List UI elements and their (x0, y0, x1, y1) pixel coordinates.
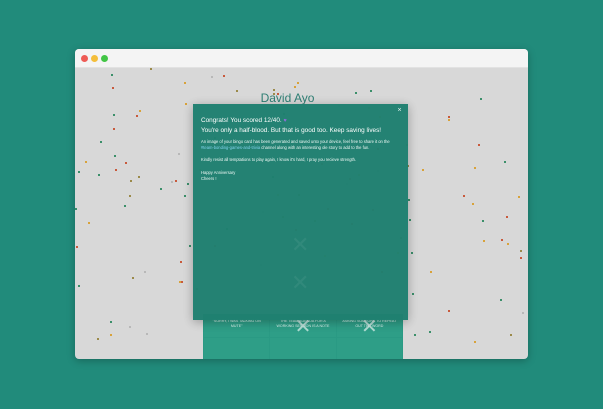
window-titlebar (75, 49, 528, 68)
confetti-dot (429, 331, 431, 333)
confetti-dot (88, 222, 90, 224)
confetti-dot (510, 334, 512, 336)
share-text-start: An image of your bingo card has been gen… (201, 139, 390, 144)
confetti-dot (409, 219, 411, 221)
confetti-dot (100, 141, 102, 143)
confetti-dot (160, 188, 162, 190)
confetti-dot (474, 167, 476, 169)
confetti-dot (113, 128, 115, 130)
minimize-window-dot[interactable] (91, 55, 98, 62)
confetti-dot (146, 333, 148, 335)
confetti-dot (522, 312, 524, 314)
confetti-dot (139, 110, 141, 112)
modal-body: An image of your bingo card has been gen… (201, 139, 401, 182)
confetti-dot (175, 180, 177, 182)
share-text-end: channel along with an interesting ole st… (260, 145, 370, 151)
confetti-dot (85, 161, 87, 163)
confetti-dot (189, 245, 191, 247)
bingo-cell-text: "SORRY, I WAS TALKING ON MUTE" (212, 319, 261, 328)
confetti-dot (97, 338, 99, 340)
confetti-dot (422, 169, 424, 171)
confetti-dot (518, 196, 520, 198)
confetti-dot (112, 87, 114, 89)
confetti-dot (171, 181, 173, 183)
score-heading-text: Congrats! You scored 12/40. (201, 117, 282, 124)
confetti-dot (110, 321, 112, 323)
confetti-dot (115, 169, 117, 171)
confetti-dot (75, 208, 77, 210)
close-icon[interactable]: × (395, 106, 404, 115)
confetti-dot (223, 75, 225, 77)
confetti-dot (483, 240, 485, 242)
results-modal: ✕ ✕ × Congrats! You scored 12/40. ♥ You'… (193, 104, 408, 320)
maximize-window-dot[interactable] (101, 55, 108, 62)
confetti-dot (78, 285, 80, 287)
close-window-dot[interactable] (81, 55, 88, 62)
confetti-dot (144, 271, 146, 273)
bingo-cell[interactable] (204, 338, 270, 359)
confetti-dot (414, 334, 416, 336)
confetti-dot (180, 261, 182, 263)
resist-paragraph: Kindly resist all temptations to play ag… (201, 157, 357, 163)
ghost-x-mark: ✕ (291, 232, 310, 257)
confetti-dot (482, 220, 484, 222)
confetti-dot (129, 195, 131, 197)
confetti-dot (211, 76, 213, 78)
confetti-dot (184, 195, 186, 197)
confetti-dot (76, 246, 78, 248)
confetti-dot (448, 119, 450, 121)
confetti-dot (178, 153, 180, 155)
bingo-card: "SORRY, I WAS TALKING ON MUTE" THE TEAM A… (203, 314, 403, 359)
confetti-dot (297, 82, 299, 84)
bingo-cell[interactable] (336, 338, 402, 359)
confetti-dot (294, 86, 296, 88)
purple-heart-icon: ♥ (283, 118, 287, 124)
confetti-dot (430, 271, 432, 273)
score-subheading: You're only a half-blood. But that is go… (201, 127, 382, 134)
confetti-dot (478, 144, 480, 146)
confetti-dot (132, 277, 134, 279)
channel-link[interactable]: #team-bonding-games-and-trivia (201, 145, 260, 150)
confetti-dot (411, 252, 413, 254)
confetti-dot (130, 180, 132, 182)
signoff-line-2: Cheers ! (201, 175, 217, 181)
confetti-dot (520, 257, 522, 259)
confetti-dot (448, 310, 450, 312)
confetti-dot (474, 341, 476, 343)
confetti-dot (472, 203, 474, 205)
score-heading: Congrats! You scored 12/40. ♥ (201, 117, 287, 125)
confetti-dot (98, 174, 100, 176)
confetti-dot (507, 243, 509, 245)
confetti-dot (113, 114, 115, 116)
confetti-dot (181, 281, 183, 283)
confetti-dot (500, 299, 502, 301)
confetti-dot (412, 293, 414, 295)
confetti-dot (504, 161, 506, 163)
confetti-dot (110, 334, 112, 336)
confetti-dot (124, 205, 126, 207)
confetti-dot (125, 162, 127, 164)
player-name: David Ayo (260, 91, 315, 105)
confetti-dot (129, 326, 131, 328)
confetti-dot (408, 199, 410, 201)
confetti-dot (463, 195, 465, 197)
ghost-x-mark: ✕ (291, 270, 310, 295)
confetti-dot (111, 74, 113, 76)
confetti-dot (138, 176, 140, 178)
confetti-dot (136, 115, 138, 117)
confetti-dot (114, 155, 116, 157)
bingo-cell[interactable] (270, 338, 336, 359)
confetti-dot (501, 239, 503, 241)
confetti-dot (187, 183, 189, 185)
confetti-dot (520, 250, 522, 252)
confetti-dot (506, 216, 508, 218)
confetti-dot (150, 68, 152, 70)
confetti-dot (448, 116, 450, 118)
confetti-dot (78, 171, 80, 173)
share-paragraph: An image of your bingo card has been gen… (201, 139, 401, 151)
confetti-dot (184, 82, 186, 84)
